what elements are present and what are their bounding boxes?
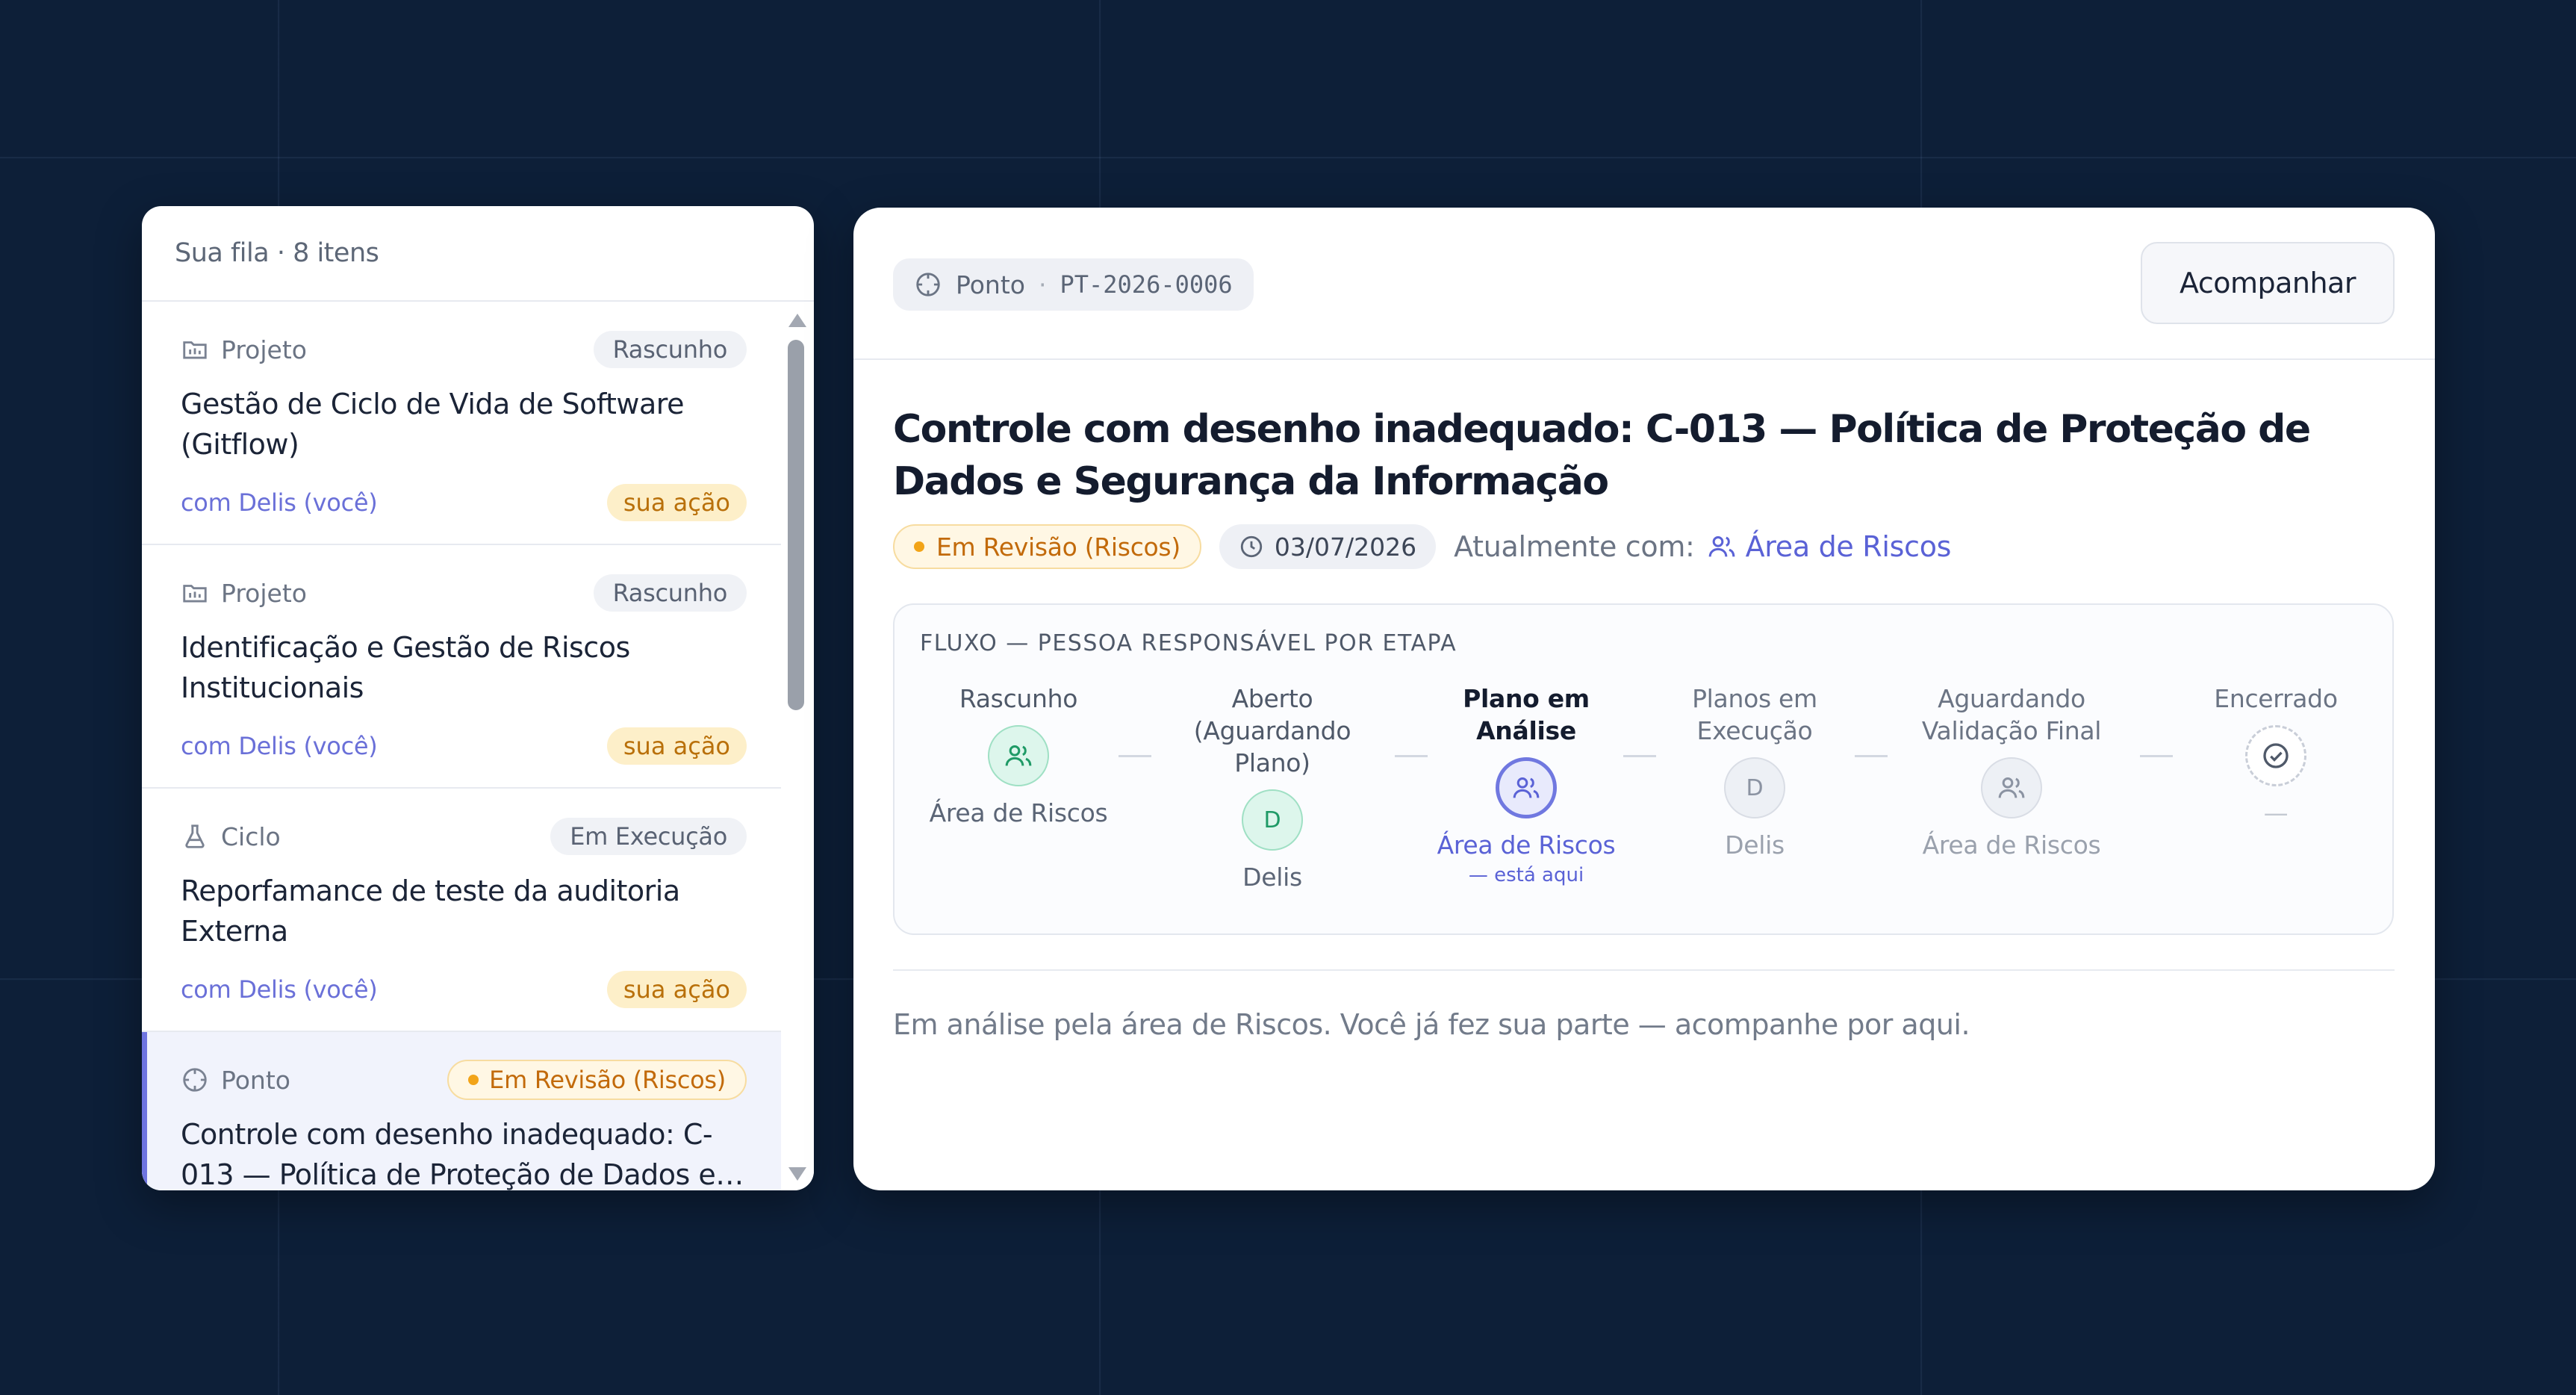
queue-item[interactable]: Ciclo Em Execução Reporfamance de teste … — [142, 789, 781, 1032]
status-badge: Rascunho — [593, 331, 747, 368]
step-connector — [1623, 755, 1656, 757]
queue-item-owner: com Delis (você) — [181, 732, 378, 760]
reference-code: PT-2026-0006 — [1060, 270, 1233, 299]
queue-item-title: Controle com desenho inadequado: C-013 —… — [181, 1118, 744, 1190]
scroll-up-arrow[interactable] — [788, 314, 806, 327]
workflow-step-encerrado: Encerrado — — [2214, 684, 2338, 827]
detail-header: Ponto · PT-2026-0006 Acompanhar — [853, 208, 2435, 360]
detail-panel: Ponto · PT-2026-0006 Acompanhar Controle… — [853, 208, 2435, 1190]
reference-type: Ponto — [956, 270, 1025, 299]
step-connector — [1395, 755, 1428, 757]
detail-meta: Em Revisão (Riscos) 03/07/2026 Atualment… — [893, 524, 1951, 569]
users-icon — [1513, 777, 1540, 798]
workflow-step-planos-em-execucao: Planos em Execução D Delis — [1692, 684, 1817, 860]
action-badge: sua ação — [606, 727, 747, 765]
status-dot — [914, 541, 924, 552]
status-badge: Em Revisão (Riscos) — [447, 1060, 747, 1100]
folder-icon — [183, 341, 207, 359]
avatar-initial: D — [1263, 807, 1281, 833]
follow-button[interactable]: Acompanhar — [2141, 242, 2395, 324]
queue-item[interactable]: Projeto Rascunho Identificação e Gestão … — [142, 545, 781, 789]
step-connector — [2140, 755, 2173, 757]
step-connector — [1119, 755, 1151, 757]
status-badge: Rascunho — [593, 574, 747, 612]
detail-title: Controle com desenho inadequado: C-013 —… — [893, 407, 2311, 504]
divider — [893, 969, 2395, 971]
step-node-done: D — [1242, 789, 1303, 851]
queue-item-type: Projeto — [181, 335, 307, 364]
workflow-step-rascunho: Rascunho Área de Riscos — [929, 684, 1108, 827]
step-node-end — [2245, 725, 2306, 786]
date-badge: 03/07/2026 — [1219, 524, 1437, 569]
queue-item-title: Identificação e Gestão de Riscos Institu… — [181, 631, 630, 704]
status-badge: Em Revisão (Riscos) — [893, 524, 1201, 569]
users-icon — [1998, 777, 2025, 798]
folder-icon — [183, 585, 207, 603]
current-step-marker: — está aqui — [1468, 864, 1584, 886]
queue-header: Sua fila · 8 itens — [142, 206, 814, 302]
step-node-current — [1496, 757, 1557, 818]
queue-item-type: Ponto — [181, 1066, 290, 1095]
status-note: Em análise pela área de Riscos. Você já … — [893, 1008, 1970, 1041]
step-node-pending: D — [1724, 757, 1785, 818]
queue-item-title: Gestão de Ciclo de Vida de Software (Git… — [181, 388, 684, 461]
workflow-step-aguardando-validacao: Aguardando Validação Final Área de Risco… — [1921, 684, 2102, 860]
target-icon — [183, 1068, 207, 1092]
step-node-done — [988, 725, 1049, 786]
action-badge: sua ação — [606, 484, 747, 521]
current-owner-link[interactable]: Área de Riscos — [1707, 530, 1951, 563]
current-owner-label: Atualmente com: — [1454, 530, 1695, 563]
status-badge: Em Execução — [550, 818, 747, 855]
queue-item-selected[interactable]: Ponto Em Revisão (Riscos) Controle com d… — [142, 1032, 781, 1190]
queue-item-owner: com Delis (você) — [181, 975, 378, 1004]
avatar-initial: D — [1746, 774, 1764, 801]
queue-list: Projeto Rascunho Gestão de Ciclo de Vida… — [142, 302, 781, 1190]
users-icon — [1708, 536, 1735, 557]
workflow-step-aberto: Aberto (Aguardando Plano) D Delis — [1193, 684, 1351, 892]
workflow-heading: FLUXO — PESSOA RESPONSÁVEL POR ETAPA — [920, 630, 1457, 656]
flask-icon — [185, 824, 205, 848]
reference-chip: Ponto · PT-2026-0006 — [893, 258, 1254, 311]
reference-separator: · — [1038, 270, 1047, 299]
step-connector — [1855, 755, 1888, 757]
status-dot — [468, 1075, 479, 1085]
users-icon — [1005, 745, 1032, 766]
scrollbar-thumb[interactable] — [788, 340, 804, 710]
target-icon — [916, 273, 940, 296]
queue-item-owner: com Delis (você) — [181, 488, 378, 517]
queue-item-title: Reporfamance de teste da auditoria Exter… — [181, 874, 680, 948]
queue-item-type: Projeto — [181, 579, 307, 608]
workflow-step-plano-em-analise: Plano em Análise Área de Riscos — está a… — [1429, 683, 1623, 886]
current-owner: Atualmente com: Área de Riscos — [1454, 530, 1951, 563]
action-badge: sua ação — [606, 971, 747, 1008]
clock-icon — [1240, 535, 1263, 558]
check-circle-icon — [2263, 743, 2289, 768]
workflow-panel: FLUXO — PESSOA RESPONSÁVEL POR ETAPA Ras… — [893, 603, 2394, 935]
queue-item[interactable]: Projeto Rascunho Gestão de Ciclo de Vida… — [142, 302, 781, 545]
queue-item-type: Ciclo — [181, 822, 281, 851]
queue-panel: Sua fila · 8 itens Projeto Rascunho Gest… — [142, 206, 814, 1190]
scroll-down-arrow[interactable] — [788, 1167, 806, 1181]
step-node-pending — [1981, 757, 2042, 818]
